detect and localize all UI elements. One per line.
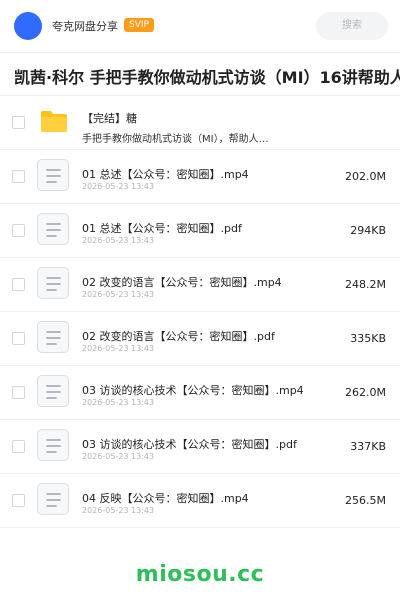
page-title: 凯茜·科尔 手把手教你做动机式访谈（MI）16讲帮助人们改变 xyxy=(14,68,400,87)
search-input[interactable]: 搜索 xyxy=(316,12,388,40)
row-checkbox[interactable] xyxy=(12,170,25,183)
file-list: 【完结】糖 手把手教你做动机式访谈（MI），帮助人… 01 总述【公众号：密知圈… xyxy=(0,96,400,528)
list-item[interactable]: 04 反映【公众号：密知圈】.mp4 2026-05-23 13:43 256.… xyxy=(0,474,400,528)
row-checkbox[interactable] xyxy=(12,494,25,507)
list-item[interactable]: 01 总述【公众号：密知圈】.mp4 2026-05-23 13:43 202.… xyxy=(0,150,400,204)
site-watermark: miosou.cc xyxy=(135,562,265,587)
row-checkbox[interactable] xyxy=(12,224,25,237)
file-name: 01 总述【公众号：密知圈】.pdf xyxy=(82,222,242,235)
list-item[interactable]: 02 改变的语言【公众号：密知圈】.pdf 2026-05-23 13:43 3… xyxy=(0,312,400,366)
file-date: 2026-05-23 13:43 xyxy=(82,452,155,461)
app-header: 夸克网盘分享 SVIP 搜索 xyxy=(0,0,400,53)
avatar[interactable] xyxy=(14,12,42,40)
document-lines-icon xyxy=(37,159,69,191)
document-lines-icon xyxy=(37,321,69,353)
file-date: 2026-05-23 13:43 xyxy=(82,344,155,353)
file-name: 02 改变的语言【公众号：密知圈】.mp4 xyxy=(82,276,282,289)
file-size: 335KB xyxy=(350,332,386,345)
document-lines-icon xyxy=(37,213,69,245)
list-item[interactable]: 03 访谈的核心技术【公众号：密知圈】.mp4 2026-05-23 13:43… xyxy=(0,366,400,420)
file-date: 2026-05-23 13:43 xyxy=(82,506,155,515)
row-checkbox[interactable] xyxy=(12,386,25,399)
file-size: 202.0M xyxy=(345,170,386,183)
list-item[interactable]: 03 访谈的核心技术【公众号：密知圈】.pdf 2026-05-23 13:43… xyxy=(0,420,400,474)
file-date: 2026-05-23 13:43 xyxy=(82,236,155,245)
file-name: 03 访谈的核心技术【公众号：密知圈】.pdf xyxy=(82,438,297,451)
file-size: 248.2M xyxy=(345,278,386,291)
file-size: 256.5M xyxy=(345,494,386,507)
document-lines-icon xyxy=(37,267,69,299)
file-date: 2026-05-23 13:43 xyxy=(82,398,155,407)
folder-description: 手把手教你做动机式访谈（MI），帮助人… xyxy=(82,134,269,145)
svip-badge: SVIP xyxy=(124,18,154,32)
folder-icon xyxy=(40,109,68,133)
row-checkbox[interactable] xyxy=(12,440,25,453)
file-date: 2026-05-23 13:43 xyxy=(82,290,155,299)
file-size: 262.0M xyxy=(345,386,386,399)
document-lines-icon xyxy=(37,429,69,461)
row-checkbox[interactable] xyxy=(12,116,25,129)
document-lines-icon xyxy=(37,483,69,515)
row-checkbox[interactable] xyxy=(12,278,25,291)
folder-row[interactable]: 【完结】糖 手把手教你做动机式访谈（MI），帮助人… xyxy=(0,96,400,150)
file-name: 04 反映【公众号：密知圈】.mp4 xyxy=(82,492,249,505)
file-name: 01 总述【公众号：密知圈】.mp4 xyxy=(82,168,249,181)
file-name: 03 访谈的核心技术【公众号：密知圈】.mp4 xyxy=(82,384,304,397)
list-item[interactable]: 02 改变的语言【公众号：密知圈】.mp4 2026-05-23 13:43 2… xyxy=(0,258,400,312)
file-size: 294KB xyxy=(350,224,386,237)
app-name: 夸克网盘分享 xyxy=(52,20,118,33)
file-name: 02 改变的语言【公众号：密知圈】.pdf xyxy=(82,330,275,343)
file-size: 337KB xyxy=(350,440,386,453)
list-item[interactable]: 01 总述【公众号：密知圈】.pdf 2026-05-23 13:43 294K… xyxy=(0,204,400,258)
file-date: 2026-05-23 13:43 xyxy=(82,182,155,191)
row-checkbox[interactable] xyxy=(12,332,25,345)
folder-name: 【完结】糖 xyxy=(82,112,137,125)
document-lines-icon xyxy=(37,375,69,407)
